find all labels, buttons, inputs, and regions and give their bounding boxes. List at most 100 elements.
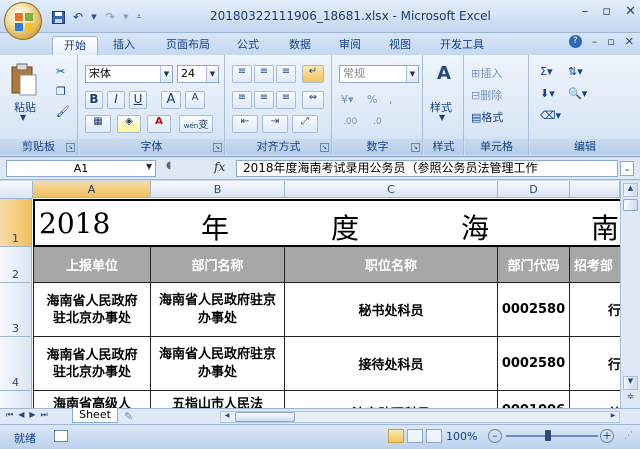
tab-page-layout[interactable]: 页面布局	[158, 36, 218, 55]
ribbon-minimize-icon[interactable]: –	[592, 35, 598, 48]
align-top-button[interactable]: ≡	[232, 65, 252, 83]
clipboard-launcher-icon[interactable]: ↘	[66, 143, 75, 152]
sort-filter-icon[interactable]: ⇅▾	[568, 65, 583, 78]
font-name-dropdown-icon[interactable]: ▼	[160, 66, 172, 82]
worksheet-grid[interactable]: A B C D 1 2 3 4 2018 年 度 海 南 上报单位 部门名称 职…	[0, 181, 640, 408]
phonetic-button[interactable]: wén变	[179, 115, 213, 133]
table-cell[interactable]: 海南省人民政府驻北京办事处	[33, 337, 151, 391]
styles-icon[interactable]: A	[432, 63, 456, 91]
page-break-view-icon[interactable]	[426, 429, 442, 443]
undo-icon[interactable]: ↶	[70, 9, 86, 25]
decrease-decimal-icon[interactable]: .0	[373, 117, 382, 127]
header-cell[interactable]: 部门名称	[151, 247, 285, 283]
insert-function-button[interactable]: fx	[214, 160, 225, 174]
styles-dropdown-icon[interactable]: ▼	[439, 113, 445, 122]
formula-bar-grip-icon[interactable]: ◖	[166, 160, 178, 177]
fill-color-button[interactable]: ◈	[117, 115, 141, 133]
column-header-c[interactable]: C	[285, 181, 498, 198]
tab-home[interactable]: 开始	[52, 36, 98, 55]
table-cell[interactable]: 海南省人民政府驻京办事处	[151, 283, 285, 337]
ribbon-close-icon[interactable]: ✕	[625, 35, 634, 48]
select-all-corner[interactable]	[0, 181, 33, 199]
shrink-font-button[interactable]: A	[185, 91, 205, 109]
table-cell[interactable]: 海南省人民政府驻北京办事处	[33, 283, 151, 337]
align-center-button[interactable]: ≡	[254, 91, 274, 109]
sheet-nav-arrows-icon[interactable]: ⏮◀▶⏭	[6, 410, 53, 420]
help-icon[interactable]: ?	[568, 35, 582, 48]
scroll-right-arrow-icon[interactable]: ▶	[607, 412, 619, 422]
page-layout-view-icon[interactable]	[407, 429, 423, 443]
column-header-e[interactable]	[570, 181, 620, 198]
percent-icon[interactable]: %	[367, 93, 377, 106]
table-cell[interactable]: 0002580	[498, 283, 570, 337]
table-cell[interactable]: 五指山市人民法	[151, 391, 285, 408]
borders-button[interactable]: ▦	[85, 115, 111, 133]
font-size-dropdown-icon[interactable]: ▼	[206, 66, 218, 82]
row-header-2[interactable]: 2	[0, 247, 32, 283]
align-right-button[interactable]: ≡	[276, 91, 296, 109]
ribbon-restore-icon[interactable]: ▫	[607, 35, 614, 48]
header-cell[interactable]: 职位名称	[285, 247, 498, 283]
tab-data[interactable]: 数据	[280, 36, 320, 55]
number-launcher-icon[interactable]: ↘	[411, 143, 420, 152]
underline-button[interactable]: U	[129, 91, 147, 109]
font-color-button[interactable]: A	[147, 115, 171, 133]
align-bottom-button[interactable]: ≡	[276, 65, 296, 83]
decrease-indent-button[interactable]: ⇤	[232, 115, 258, 133]
table-cell[interactable]: 海南省高级人	[33, 391, 151, 408]
fill-icon[interactable]: ⬇▾	[540, 87, 555, 100]
row-header-3[interactable]: 3	[0, 283, 32, 337]
expand-formula-bar-icon[interactable]: ⌄	[620, 161, 634, 176]
table-cell[interactable]: 海南省人民政府驻京办事处	[151, 337, 285, 391]
maximize-button[interactable]: ▫	[602, 4, 611, 19]
redo-icon[interactable]: ↷	[102, 9, 118, 25]
paste-icon[interactable]	[10, 63, 38, 97]
format-painter-icon[interactable]: 🖌	[56, 105, 70, 118]
vertical-scrollbar[interactable]: ▲ ▼ ≑	[620, 181, 640, 408]
table-cell[interactable]: 法官助理科员	[285, 391, 498, 408]
copy-icon[interactable]: ❐	[56, 85, 66, 98]
zoom-level[interactable]: 100%	[446, 430, 477, 443]
table-cell[interactable]: 秘书处科员	[285, 283, 498, 337]
tab-review[interactable]: 审阅	[330, 36, 370, 55]
save-icon[interactable]	[50, 9, 66, 25]
table-cell[interactable]: 接待处科员	[285, 337, 498, 391]
header-cell[interactable]: 部门代码	[498, 247, 570, 283]
clear-icon[interactable]: ⌫▾	[540, 109, 561, 122]
wrap-text-button[interactable]: ↵	[302, 65, 324, 83]
align-left-button[interactable]: ≡	[232, 91, 252, 109]
sheet-tab[interactable]: Sheet	[72, 408, 118, 423]
zoom-slider[interactable]	[506, 435, 598, 437]
insert-sheet-icon[interactable]: ✎	[124, 410, 133, 423]
find-select-icon[interactable]: 🔍▾	[568, 87, 587, 100]
autosum-icon[interactable]: Σ▾	[540, 65, 552, 78]
increase-decimal-icon[interactable]: .00	[343, 117, 357, 127]
column-header-a[interactable]: A	[33, 181, 151, 198]
font-size-combo[interactable]: 24 ▼	[177, 65, 219, 83]
row-header-1[interactable]: 1	[0, 199, 32, 247]
office-button[interactable]	[4, 2, 42, 40]
alignment-launcher-icon[interactable]: ↘	[320, 143, 329, 152]
zoom-slider-thumb[interactable]	[545, 430, 551, 441]
close-button[interactable]: ✕	[625, 4, 636, 19]
table-cell[interactable]: 0001006	[498, 391, 570, 408]
horizontal-scroll-thumb[interactable]	[235, 412, 295, 422]
tab-formulas[interactable]: 公式	[228, 36, 268, 55]
orientation-button[interactable]: ⤢	[292, 115, 318, 133]
horizontal-scrollbar[interactable]: ◀ ▶	[220, 411, 620, 423]
italic-button[interactable]: I	[107, 91, 125, 109]
number-format-dropdown-icon[interactable]: ▼	[406, 66, 418, 82]
redo-dropdown-icon[interactable]: ▼	[122, 9, 130, 25]
align-middle-button[interactable]: ≡	[254, 65, 274, 83]
font-launcher-icon[interactable]: ↘	[213, 143, 222, 152]
table-cell[interactable]: 0002580	[498, 337, 570, 391]
split-handle-icon[interactable]: ≑	[623, 392, 638, 406]
tab-developer[interactable]: 开发工具	[432, 36, 492, 55]
bold-button[interactable]: B	[85, 91, 103, 109]
increase-indent-button[interactable]: ⇥	[262, 115, 288, 133]
number-format-combo[interactable]: 常规 ▼	[339, 65, 419, 83]
header-cell[interactable]: 上报单位	[33, 247, 151, 283]
formula-input[interactable]: 2018年度海南考试录用公务员（参照公务员法管理工作	[236, 160, 618, 177]
row-header-4[interactable]: 4	[0, 337, 32, 391]
grow-font-button[interactable]: A	[161, 91, 181, 109]
